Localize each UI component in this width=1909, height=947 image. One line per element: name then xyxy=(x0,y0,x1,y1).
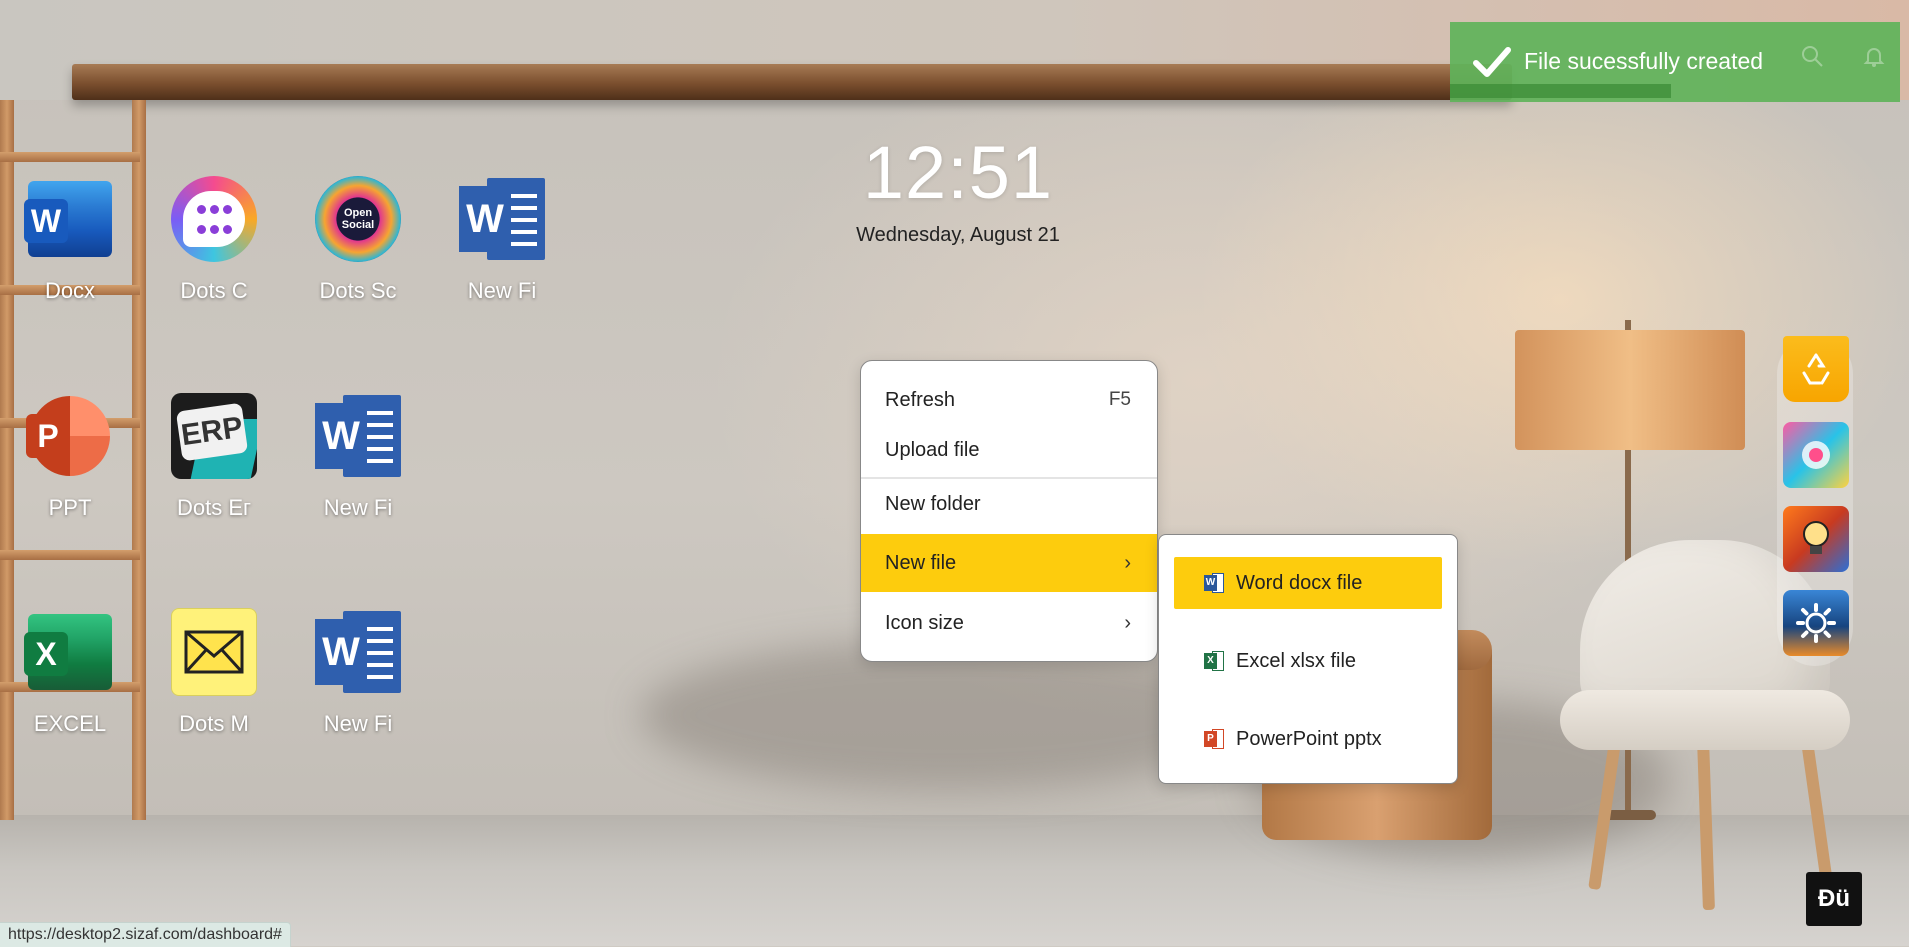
dots-chat-icon xyxy=(171,176,257,262)
new-file-submenu: W Word docx file X Excel xlsx file P Pow… xyxy=(1158,534,1458,784)
chevron-right-icon: › xyxy=(1124,611,1131,634)
bell-icon xyxy=(1862,44,1886,73)
desktop-icon-label: Dots M xyxy=(179,711,249,736)
desktop-icon-label: Dots Sс xyxy=(319,278,397,303)
menu-item-label: Upload file xyxy=(885,438,980,461)
recycle-bin-icon[interactable] xyxy=(1783,336,1849,402)
submenu-item-excel-xlsx[interactable]: X Excel xlsx file xyxy=(1174,635,1442,687)
desktop-icon-label: PPT xyxy=(48,495,92,520)
submenu-item-label: PowerPoint pptx xyxy=(1236,727,1382,750)
corner-logo[interactable]: Đü xyxy=(1806,872,1862,926)
success-toast[interactable]: File sucessfully created xyxy=(1450,22,1900,102)
chair-seat xyxy=(1560,690,1850,750)
right-dock xyxy=(1777,336,1853,666)
menu-item-label: New folder xyxy=(885,492,981,515)
desktop-icon-label: Docx xyxy=(44,278,96,303)
submenu-item-word-docx[interactable]: W Word docx file xyxy=(1174,557,1442,609)
clock-date: Wednesday, August 21 xyxy=(856,224,1060,246)
toast-message: File sucessfully created xyxy=(1524,48,1764,74)
menu-item-new-folder[interactable]: New folder xyxy=(861,479,1157,529)
submenu-item-label: Excel xlsx file xyxy=(1236,649,1357,672)
excel-file-icon: X xyxy=(1204,651,1224,671)
lightbulb-app-icon[interactable] xyxy=(1783,506,1849,572)
word-file-icon: W xyxy=(1204,573,1224,593)
toast-progress-bar xyxy=(1450,84,1671,98)
desktop-icon-new-file[interactable]: W New Fi xyxy=(442,176,562,304)
menu-item-icon-size[interactable]: Icon size › xyxy=(861,594,1157,652)
settings-gear-icon[interactable] xyxy=(1783,590,1849,656)
search-icon xyxy=(1800,44,1824,73)
word-app-icon: W xyxy=(24,176,113,262)
clock-time: 12:51 xyxy=(862,131,1054,214)
menu-item-refresh[interactable]: Refresh F5 xyxy=(861,371,1157,429)
ladder-rung xyxy=(0,152,140,162)
excel-app-icon: X xyxy=(24,609,113,695)
desktop-icon-dots-social[interactable]: Open Social Dots Sс xyxy=(298,176,418,304)
powerpoint-file-icon: P xyxy=(1204,729,1224,749)
lamp-shade xyxy=(1515,330,1745,450)
desktop-icon-ppt[interactable]: P PPT xyxy=(10,393,130,521)
menu-item-label: Refresh xyxy=(885,388,956,411)
dots-social-icon: Open Social xyxy=(315,176,401,262)
desktop-icon-label: New Fi xyxy=(323,711,393,736)
ladder-rail xyxy=(132,100,146,820)
ladder-rung xyxy=(0,550,140,560)
menu-item-new-file[interactable]: New file › xyxy=(861,534,1157,592)
submenu-item-powerpoint-pptx[interactable]: P PowerPoint pptx xyxy=(1174,713,1442,765)
erp-icon: ERP xyxy=(171,393,257,479)
desktop-icon-dots-mail[interactable]: Dots M xyxy=(154,608,274,737)
powerpoint-app-icon: P xyxy=(26,393,113,479)
check-icon xyxy=(1472,46,1512,78)
corner-logo-text: Đü xyxy=(1818,885,1850,912)
desktop-icon-docx[interactable]: W Docx xyxy=(10,176,130,304)
mail-icon xyxy=(171,608,257,696)
desktop-icon-dots-chat[interactable]: Dots C xyxy=(154,176,274,304)
menu-item-label: New file xyxy=(885,551,957,574)
desktop-icon-dots-erp[interactable]: ERP Dots Eг xyxy=(154,393,274,521)
menu-shortcut: F5 xyxy=(1108,389,1131,410)
desktop-icon-label: Dots C xyxy=(180,278,248,303)
word-document-icon: W xyxy=(315,393,401,479)
desktop-icon-label: Dots Eг xyxy=(176,495,252,520)
gallery-app-icon[interactable] xyxy=(1783,422,1849,488)
desktop-icon-label: New Fi xyxy=(467,278,537,303)
submenu-item-label: Word docx file xyxy=(1236,571,1363,594)
menu-item-label: Icon size xyxy=(885,611,964,634)
status-url: https://desktop2.sizaf.com/dashboard# xyxy=(8,926,282,943)
menu-item-upload-file[interactable]: Upload file xyxy=(861,425,1157,475)
desktop-icon-new-file[interactable]: W New Fi xyxy=(298,609,418,737)
browser-status-bar: https://desktop2.sizaf.com/dashboard# xyxy=(0,922,291,947)
desktop-icon-new-file[interactable]: W New Fi xyxy=(298,393,418,521)
desktop-icon-label: New Fi xyxy=(323,495,393,520)
word-document-icon: W xyxy=(315,609,401,695)
desktop-icon-excel[interactable]: X EXCEL xyxy=(10,609,130,737)
desktop-icon-label: EXCEL xyxy=(33,711,107,736)
wooden-shelf xyxy=(72,64,1512,100)
desktop-context-menu: Refresh F5 Upload file New folder New fi… xyxy=(860,360,1158,662)
word-document-icon: W xyxy=(459,176,545,262)
chevron-right-icon: › xyxy=(1124,551,1131,574)
